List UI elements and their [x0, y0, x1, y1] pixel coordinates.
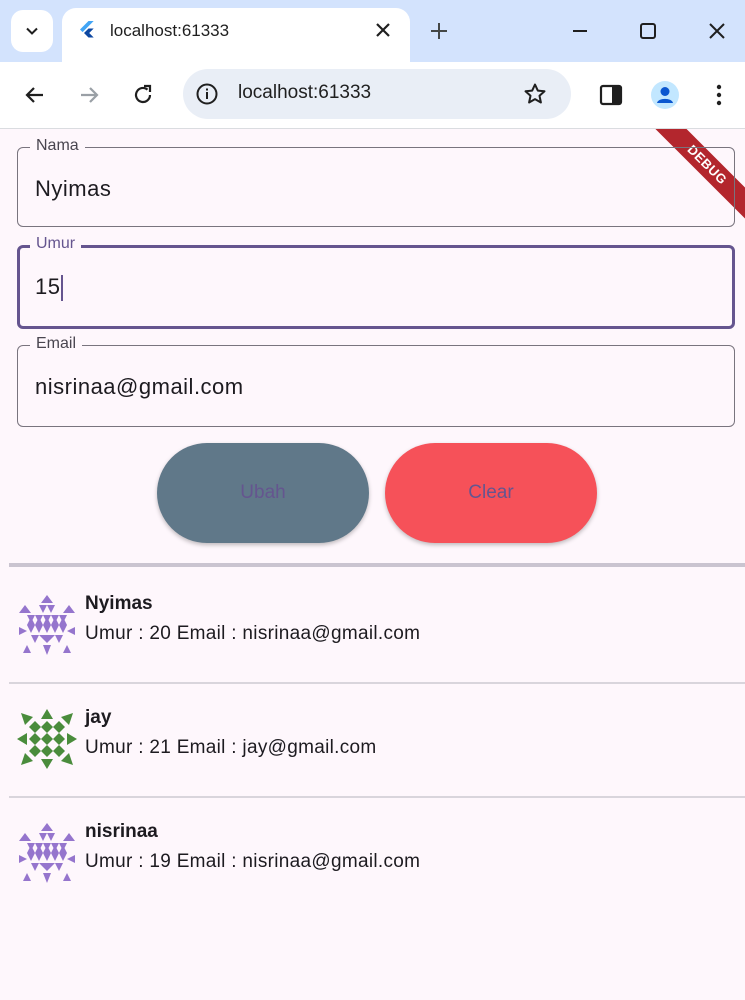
user-name: jay	[85, 707, 112, 728]
identicon-avatar	[19, 595, 75, 655]
text-caret	[61, 275, 64, 302]
tab-strip: localhost:61333	[0, 0, 745, 62]
identicon-avatar	[19, 823, 75, 883]
name-field-value[interactable]: Nyimas	[35, 176, 111, 202]
forward-arrow-icon[interactable]	[76, 82, 102, 108]
back-arrow-icon[interactable]	[22, 82, 48, 108]
list-item[interactable]: jay Umur : 21 Email : jay@gmail.com	[0, 695, 745, 807]
tab-search-button[interactable]	[11, 10, 53, 52]
identicon-avatar	[17, 709, 77, 769]
close-tab-icon[interactable]	[374, 21, 392, 39]
minimize-icon[interactable]	[569, 20, 591, 42]
email-field-value[interactable]: nisrinaa@gmail.com	[35, 374, 244, 400]
app-content: DEBUG Nama Nyimas Umur 15 Email nisrinaa…	[0, 129, 745, 1000]
maximize-icon[interactable]	[637, 20, 659, 42]
browser-toolbar: localhost:61333	[0, 62, 745, 129]
list-item[interactable]: Nyimas Umur : 20 Email : nisrinaa@gmail.…	[0, 581, 745, 693]
list-divider	[9, 796, 745, 798]
user-detail: Umur : 19 Email : nisrinaa@gmail.com	[85, 851, 421, 872]
browser-window: localhost:61333 localhost:61333 DEBUG Na…	[0, 0, 745, 1000]
menu-kebab-icon[interactable]	[706, 82, 732, 108]
update-button[interactable]: Ubah	[157, 443, 369, 543]
user-name: Nyimas	[85, 593, 153, 614]
name-field[interactable]: Nama Nyimas	[17, 137, 735, 227]
site-info-icon[interactable]	[195, 82, 219, 106]
bookmark-star-icon[interactable]	[523, 82, 547, 106]
url-text[interactable]: localhost:61333	[238, 82, 371, 104]
user-name: nisrinaa	[85, 821, 158, 842]
name-field-label: Nama	[30, 137, 85, 155]
email-field[interactable]: Email nisrinaa@gmail.com	[17, 335, 735, 427]
chevron-down-icon	[26, 27, 38, 35]
list-item[interactable]: nisrinaa Umur : 19 Email : nisrinaa@gmai…	[0, 809, 745, 921]
clear-button[interactable]: Clear	[385, 443, 597, 543]
user-detail: Umur : 21 Email : jay@gmail.com	[85, 737, 377, 758]
new-tab-icon[interactable]	[428, 20, 450, 42]
user-detail: Umur : 20 Email : nisrinaa@gmail.com	[85, 623, 421, 644]
age-field[interactable]: Umur 15	[17, 235, 735, 329]
tab-title: localhost:61333	[110, 21, 230, 40]
age-field-label: Umur	[30, 235, 82, 253]
section-divider	[9, 563, 745, 567]
address-bar[interactable]: localhost:61333	[183, 69, 571, 119]
profile-avatar-icon[interactable]	[650, 80, 680, 110]
email-field-label: Email	[30, 335, 83, 353]
list-divider	[9, 682, 745, 684]
side-panel-icon[interactable]	[598, 82, 624, 108]
close-window-icon[interactable]	[706, 20, 728, 42]
age-field-text: 15	[35, 274, 61, 299]
flutter-icon	[80, 21, 94, 38]
active-tab[interactable]: localhost:61333	[62, 8, 410, 62]
reload-icon[interactable]	[130, 82, 156, 108]
age-field-value[interactable]: 15	[35, 274, 64, 302]
